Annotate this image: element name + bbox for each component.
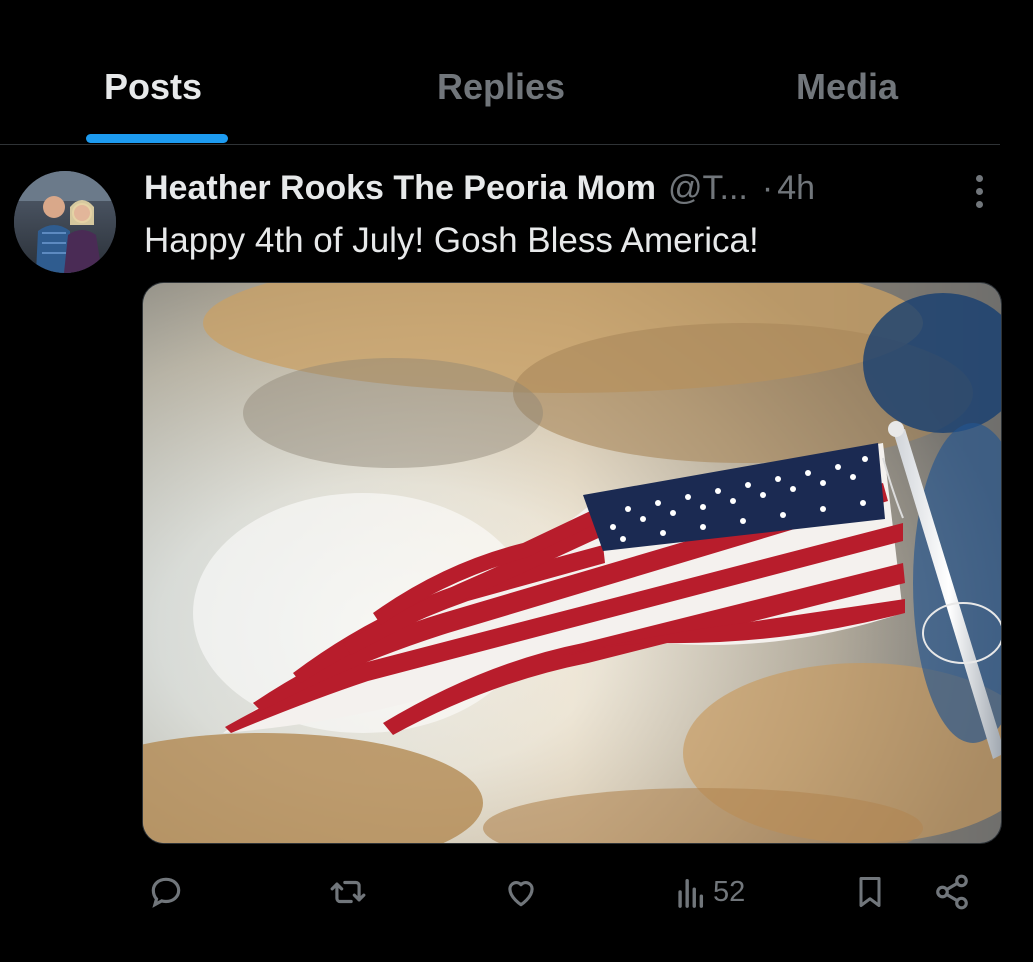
profile-tabs: Posts Replies Media bbox=[0, 0, 1000, 145]
post-media-image[interactable] bbox=[142, 282, 1002, 844]
avatar-image bbox=[14, 171, 116, 273]
reply-button[interactable] bbox=[147, 872, 185, 912]
views-icon bbox=[675, 875, 705, 909]
share-icon bbox=[932, 873, 972, 911]
avatar[interactable] bbox=[14, 171, 116, 273]
american-flag-photo bbox=[143, 283, 1001, 843]
views-button[interactable]: 52 bbox=[675, 872, 745, 912]
post-text: Happy 4th of July! Gosh Bless America! bbox=[144, 221, 759, 260]
reply-icon bbox=[147, 873, 185, 911]
post-actions: 52 bbox=[0, 862, 1033, 922]
like-button[interactable] bbox=[501, 872, 541, 912]
more-options-icon[interactable] bbox=[965, 173, 995, 209]
tab-posts[interactable]: Posts bbox=[104, 66, 202, 108]
post-timestamp[interactable]: 4h bbox=[777, 169, 815, 208]
repost-icon bbox=[328, 873, 368, 911]
bookmark-button[interactable] bbox=[852, 872, 888, 912]
tab-replies[interactable]: Replies bbox=[437, 66, 565, 108]
post-header: Heather Rooks The Peoria Mom @T... · 4h bbox=[144, 166, 815, 210]
views-count: 52 bbox=[713, 875, 746, 908]
repost-button[interactable] bbox=[328, 872, 368, 912]
bookmark-icon bbox=[852, 873, 888, 911]
display-name[interactable]: Heather Rooks The Peoria Mom bbox=[144, 169, 656, 208]
share-button[interactable] bbox=[932, 872, 972, 912]
user-handle[interactable]: @T... bbox=[668, 169, 748, 208]
like-icon bbox=[501, 873, 541, 911]
separator-dot: · bbox=[761, 168, 774, 207]
active-tab-indicator bbox=[86, 134, 228, 143]
tab-media[interactable]: Media bbox=[796, 66, 898, 108]
